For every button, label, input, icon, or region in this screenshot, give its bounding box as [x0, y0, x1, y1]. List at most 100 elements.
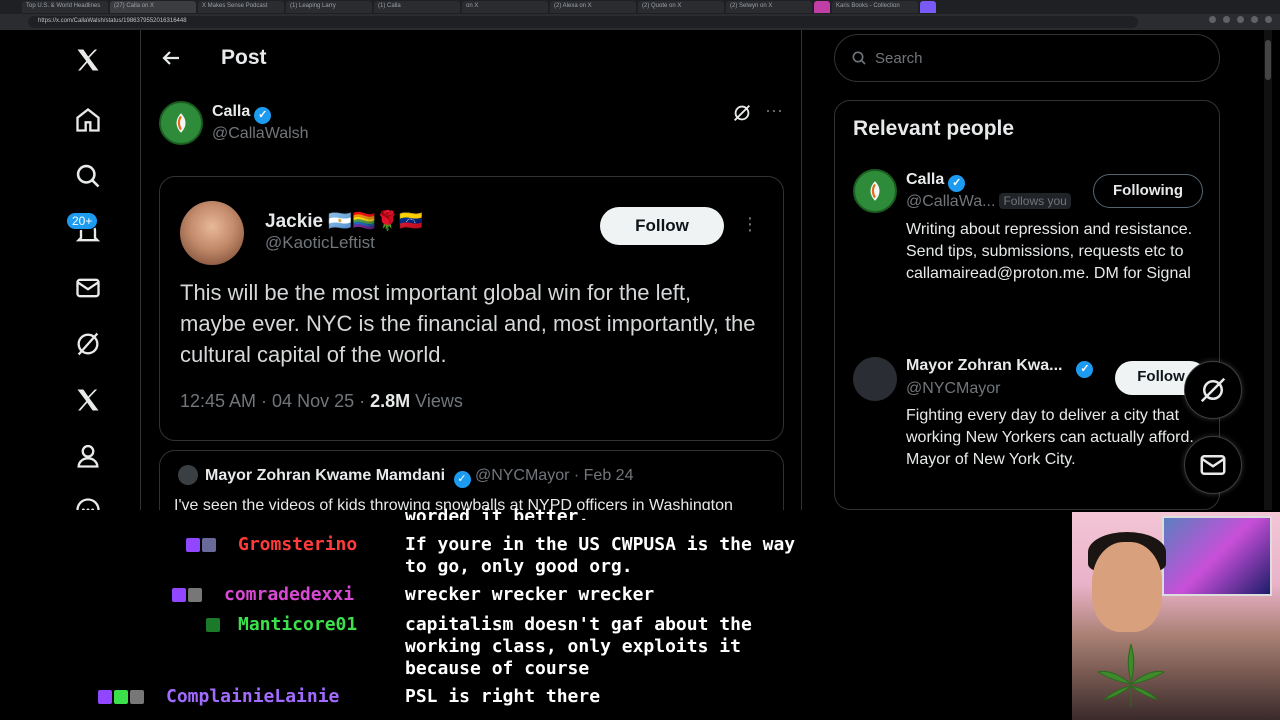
browser-tab[interactable]: X Makes Sense Podcast: [198, 1, 284, 13]
browser-tab[interactable]: Top U.S. & World Headlines: [22, 1, 108, 13]
chat-message-partial: worded it better.: [405, 506, 590, 520]
page-title: Post: [221, 46, 267, 69]
browser-tab-pinned[interactable]: [920, 1, 936, 13]
avatar[interactable]: [853, 169, 897, 213]
person-handle[interactable]: @NYCMayor: [906, 380, 1000, 398]
profile-icon[interactable]: [68, 436, 108, 476]
reply-author-handle[interactable]: @NYCMayor: [475, 467, 569, 484]
emote-badge-icon: [130, 690, 144, 704]
following-button[interactable]: Following: [1093, 174, 1203, 208]
mail-icon: [1200, 455, 1226, 475]
search-icon[interactable]: [68, 156, 108, 196]
browser-tab[interactable]: Karis Books - Collection: [832, 1, 918, 13]
search-icon: [852, 51, 866, 65]
views-count: 2.8M: [370, 391, 411, 411]
chat-badges: [172, 588, 202, 602]
browser-tab[interactable]: (1) Leaping Larry: [286, 1, 372, 13]
browser-tab[interactable]: (1) Calla: [374, 1, 460, 13]
messages-floating-button[interactable]: [1184, 436, 1242, 494]
chat-username: ComplainieLainie: [166, 686, 340, 707]
subscriber-badge-icon: [186, 538, 200, 552]
x-logo-icon[interactable]: [68, 40, 108, 80]
author-name[interactable]: Calla ✓: [212, 103, 272, 124]
person-bio: Fighting every day to deliver a city tha…: [906, 407, 1194, 468]
grok-icon[interactable]: [731, 102, 753, 124]
chat-username: Gromsterino: [238, 534, 358, 555]
search-placeholder: Search: [875, 49, 923, 67]
browser-tab[interactable]: (2) Selwyn on X: [726, 1, 812, 13]
person-name[interactable]: Calla ✓: [906, 171, 966, 192]
scrollbar[interactable]: [1264, 30, 1272, 510]
subscriber-badge-icon: [172, 588, 186, 602]
verified-badge-icon: ✓: [453, 471, 471, 488]
mod-badge-icon: [206, 618, 220, 632]
notification-count-badge: 20+: [66, 212, 99, 230]
reply-date[interactable]: · Feb 24: [569, 467, 634, 484]
extension-icon[interactable]: [1223, 16, 1230, 23]
premium-x-icon[interactable]: [68, 380, 108, 420]
chat-message: capitalism doesn't gaf about the working…: [405, 614, 752, 679]
quote-author-handle: @KaoticLeftist: [265, 233, 375, 252]
back-arrow-icon[interactable]: [159, 46, 183, 70]
messages-icon[interactable]: [68, 268, 108, 308]
scrollbar-thumb[interactable]: [1265, 40, 1271, 80]
browser-tab-active[interactable]: (27) Calla on X: [110, 1, 196, 13]
chat-badges: [98, 690, 144, 704]
browser-tab[interactable]: (2) Quote on X: [638, 1, 724, 13]
home-icon[interactable]: [68, 100, 108, 140]
chat-badges: [206, 618, 220, 632]
more-options-icon[interactable]: ···: [763, 101, 785, 124]
chat-username: Manticore01: [238, 614, 358, 635]
browser-tab[interactable]: on X: [462, 1, 548, 13]
verified-badge-icon: ✓: [1076, 361, 1094, 378]
browser-tab-pinned[interactable]: [814, 1, 830, 13]
panel-title: Relevant people: [853, 117, 1015, 140]
kebab-menu-icon: · · ·: [746, 207, 754, 241]
browser-extension-icons: [1209, 16, 1272, 23]
browser-tab[interactable]: (2) Alexa on X: [550, 1, 636, 13]
avatar[interactable]: [159, 101, 203, 145]
background-monitor: [1162, 516, 1272, 596]
emote-badge-icon: [202, 538, 216, 552]
search-input[interactable]: Search: [834, 34, 1220, 82]
verified-badge-icon: ✓: [254, 107, 272, 124]
reply-author-name[interactable]: Mayor Zohran Kwame Mamdani: [205, 467, 445, 484]
person-handle[interactable]: @CallaWa... Follows you: [906, 193, 1071, 211]
embedded-screenshot[interactable]: Jackie 🇦🇷🏳️‍🌈🌹🇻🇪 @KaoticLeftist Follow ·…: [159, 176, 784, 441]
quote-text: This will be the most important global w…: [180, 280, 756, 367]
avatar[interactable]: [178, 465, 198, 485]
chat-message: If youre in the US CWPUSA is the way to …: [405, 534, 796, 577]
avatar[interactable]: [853, 357, 897, 401]
verified-badge-icon: ✓: [948, 175, 966, 192]
url-field[interactable]: https://x.com/CallaWalsh/status/19863795…: [28, 16, 1138, 28]
subscriber-badge-icon: [98, 690, 112, 704]
extension-icon[interactable]: [1237, 16, 1244, 23]
left-nav: 20+: [8, 30, 140, 510]
extension-icon[interactable]: [1251, 16, 1258, 23]
chat-message: wrecker wrecker wrecker: [405, 584, 655, 605]
extension-icon[interactable]: [1209, 16, 1216, 23]
profile-icon[interactable]: [1265, 16, 1272, 23]
relevant-people-panel: Relevant people Calla ✓ @CallaWa... Follow…: [834, 100, 1220, 510]
follows-you-badge: Follows you: [999, 193, 1071, 209]
reply-post[interactable]: Mayor Zohran Kwame Mamdani ✓ @NYCMayor ·…: [159, 450, 784, 510]
stream-chat-overlay: worded it better. Gromsterino If youre i…: [0, 506, 1072, 720]
cannabis-leaf-decoration: [1096, 643, 1166, 707]
main-column: Post Calla ✓ @CallaWalsh ··· Jackie 🇦🇷🏳️‍…: [141, 30, 801, 510]
quote-meta: 12:45 AM · 04 Nov 25 · 2.8M Views: [180, 391, 463, 411]
chat-badges: [186, 538, 216, 552]
browser-tab-bar: Top U.S. & World Headlines (27) Calla on…: [0, 0, 1280, 14]
browser-address-bar: https://x.com/CallaWalsh/status/19863795…: [0, 14, 1280, 30]
person-bio: Writing about repression and resistance.…: [906, 221, 1193, 282]
x-app: 20+ Post Calla ✓ @CallaWalsh ··· Jackie …: [8, 30, 1270, 510]
grok-floating-button[interactable]: [1184, 361, 1242, 419]
more-icon[interactable]: [68, 490, 108, 510]
quote-author-name: Jackie 🇦🇷🏳️‍🌈🌹🇻🇪: [265, 211, 424, 232]
streamer-face: [1092, 542, 1162, 632]
grok-icon[interactable]: [68, 324, 108, 364]
person-name[interactable]: Mayor Zohran Kwa... ✓: [906, 357, 1094, 378]
chat-username: comradedexxi: [224, 584, 355, 605]
author-handle[interactable]: @CallaWalsh: [212, 125, 309, 143]
avatar: [180, 201, 244, 265]
follow-button: Follow: [600, 207, 724, 245]
